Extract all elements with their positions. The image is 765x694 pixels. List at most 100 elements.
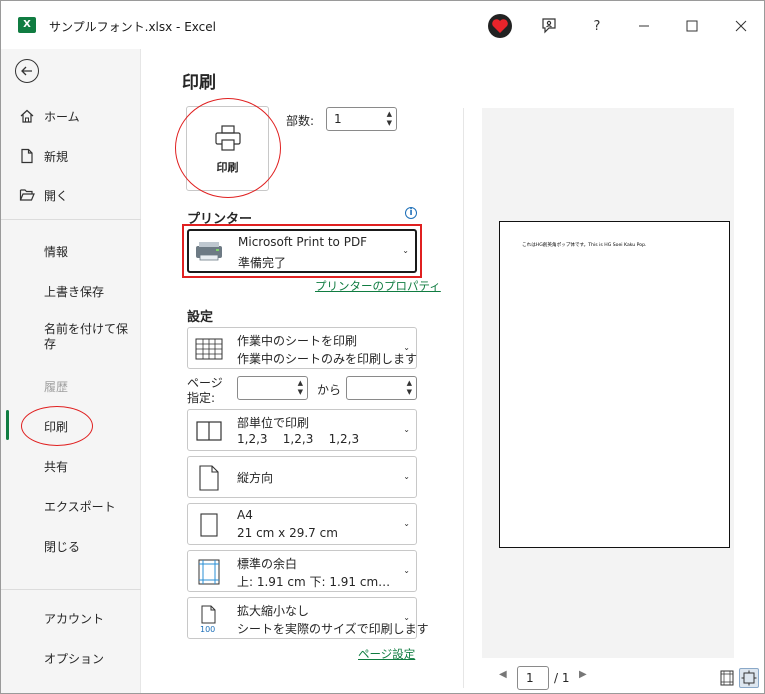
copies-label: 部数: bbox=[286, 114, 315, 128]
chevron-down-icon: ⌄ bbox=[402, 246, 409, 255]
scaling-icon-text: 100 bbox=[200, 625, 215, 633]
pages-to-input[interactable]: ▲ ▼ bbox=[346, 376, 417, 400]
preview-page: これはHG創英角ポップ体です。This is HG Soei Kaku Pop. bbox=[499, 221, 730, 548]
print-button[interactable]: 印刷 bbox=[186, 106, 269, 191]
excel-logo-icon: X bbox=[18, 17, 36, 33]
sidebar-item-new[interactable]: 新規 bbox=[1, 138, 141, 174]
sidebar-item-label: 共有 bbox=[44, 459, 69, 474]
designer-heart-icon[interactable] bbox=[485, 11, 515, 41]
panel-divider bbox=[463, 108, 464, 688]
page-setup-link[interactable]: ページ設定 bbox=[358, 646, 415, 662]
no-scaling-icon: 100 bbox=[200, 605, 216, 633]
sidebar-item-label: オプション bbox=[44, 651, 105, 666]
chevron-down-icon: ⌄ bbox=[403, 566, 410, 575]
sidebar-item-export[interactable]: エクスポート bbox=[1, 488, 141, 524]
sheet-grid-icon bbox=[195, 338, 223, 360]
copies-stepper[interactable]: 1 ▲ ▼ bbox=[326, 107, 397, 131]
stepper-arrows-icon[interactable]: ▲ ▼ bbox=[298, 379, 303, 397]
collation-dropdown[interactable]: 部単位で印刷 1,2,3 1,2,3 1,2,3 ⌄ bbox=[187, 409, 417, 451]
sidebar-item-label: 新規 bbox=[44, 149, 69, 164]
sidebar-item-close[interactable]: 閉じる bbox=[1, 528, 141, 564]
option-subtitle: シートを実際のサイズで印刷します bbox=[237, 622, 429, 636]
copies-value: 1 bbox=[334, 112, 342, 126]
option-subtitle: 作業中のシートのみを印刷します bbox=[237, 352, 418, 366]
sidebar-item-label: 履歴 bbox=[44, 379, 69, 394]
print-scope-dropdown[interactable]: 作業中のシートを印刷 作業中のシートのみを印刷します ⌄ bbox=[187, 327, 417, 369]
pages-to-label: から bbox=[317, 383, 342, 397]
option-subtitle: 1,2,3 1,2,3 1,2,3 bbox=[237, 432, 360, 446]
margins-icon bbox=[198, 559, 220, 585]
stepper-arrows-icon[interactable]: ▲ ▼ bbox=[407, 379, 412, 397]
option-title: 作業中のシートを印刷 bbox=[237, 334, 358, 348]
previous-page-icon[interactable]: ◀ bbox=[499, 669, 507, 680]
printer-section-title: プリンター bbox=[187, 212, 253, 227]
sidebar-item-label: 閉じる bbox=[44, 539, 81, 554]
printer-device-icon bbox=[196, 242, 222, 261]
info-icon[interactable]: i bbox=[405, 207, 417, 219]
scaling-dropdown[interactable]: 100 拡大縮小なし シートを実際のサイズで印刷します ⌄ bbox=[187, 597, 429, 639]
page-title: 印刷 bbox=[182, 73, 216, 93]
sidebar-item-info[interactable]: 情報 bbox=[1, 233, 141, 269]
current-page-input[interactable]: 1 bbox=[517, 666, 549, 690]
portrait-page-icon bbox=[199, 465, 219, 491]
back-button[interactable] bbox=[15, 59, 39, 83]
preview-sample-text: これはHG創英角ポップ体です。This is HG Soei Kaku Pop. bbox=[522, 243, 647, 248]
sidebar-item-print[interactable]: 印刷 bbox=[1, 408, 141, 444]
excel-window: X サンプルフォント.xlsx - Excel ? ホーム 新規 開く 情報 上… bbox=[0, 0, 765, 694]
option-subtitle: 21 cm x 29.7 cm bbox=[237, 526, 338, 540]
sidebar-item-save-as[interactable]: 名前を付けて保 存 bbox=[1, 315, 141, 359]
option-title: A4 bbox=[237, 508, 253, 522]
chevron-down-icon: ⌄ bbox=[403, 613, 410, 622]
sidebar-item-save[interactable]: 上書き保存 bbox=[1, 273, 141, 309]
maximize-button[interactable] bbox=[677, 11, 707, 41]
sidebar-item-label: 上書き保存 bbox=[44, 284, 105, 299]
chevron-down-icon: ⌄ bbox=[403, 519, 410, 528]
sidebar-item-label: エクスポート bbox=[44, 499, 116, 514]
printer-status: 準備完了 bbox=[238, 256, 287, 270]
chevron-down-icon: ⌄ bbox=[403, 472, 410, 481]
settings-section-title: 設定 bbox=[187, 310, 214, 325]
sidebar-divider bbox=[1, 589, 141, 590]
sidebar-item-home[interactable]: ホーム bbox=[1, 98, 141, 134]
chevron-down-icon: ⌄ bbox=[403, 343, 410, 352]
print-button-label: 印刷 bbox=[216, 160, 239, 174]
next-page-icon[interactable]: ▶ bbox=[579, 669, 587, 680]
sidebar-item-label: ホーム bbox=[44, 109, 80, 124]
show-margins-button[interactable] bbox=[717, 668, 737, 688]
help-button[interactable]: ? bbox=[582, 11, 612, 41]
sidebar-item-label: 印刷 bbox=[44, 419, 69, 434]
option-title: 標準の余白 bbox=[237, 557, 298, 571]
stepper-arrows-icon[interactable]: ▲ ▼ bbox=[387, 110, 392, 128]
close-button[interactable] bbox=[726, 11, 756, 41]
minimize-button[interactable] bbox=[629, 11, 659, 41]
window-title: サンプルフォント.xlsx - Excel bbox=[49, 20, 216, 34]
option-title: 部単位で印刷 bbox=[237, 416, 310, 430]
sidebar-divider bbox=[1, 219, 141, 220]
printer-properties-link[interactable]: プリンターのプロパティ bbox=[315, 278, 441, 294]
collated-icon bbox=[196, 421, 222, 441]
feedback-icon[interactable] bbox=[534, 11, 564, 41]
paper-size-dropdown[interactable]: A4 21 cm x 29.7 cm ⌄ bbox=[187, 503, 417, 545]
show-margins-icon bbox=[720, 670, 734, 686]
printer-dropdown[interactable]: Microsoft Print to PDF 準備完了 ⌄ bbox=[187, 229, 417, 273]
new-document-icon bbox=[21, 148, 33, 164]
zoom-to-page-icon bbox=[741, 670, 757, 686]
sidebar-item-label: 存 bbox=[44, 337, 57, 351]
page-total: / 1 bbox=[554, 671, 570, 685]
sidebar-item-account[interactable]: アカウント bbox=[1, 600, 141, 636]
pages-label-line1: ページ bbox=[187, 376, 223, 390]
zoom-to-page-button[interactable] bbox=[739, 668, 759, 688]
sidebar-item-options[interactable]: オプション bbox=[1, 640, 141, 676]
option-subtitle: 上: 1.91 cm 下: 1.91 cm… bbox=[237, 575, 391, 589]
orientation-dropdown[interactable]: 縦方向 ⌄ bbox=[187, 456, 417, 498]
option-title: 縦方向 bbox=[237, 471, 274, 485]
sidebar-item-share[interactable]: 共有 bbox=[1, 448, 141, 484]
chevron-down-icon: ⌄ bbox=[403, 425, 410, 434]
home-icon bbox=[20, 109, 34, 123]
margins-dropdown[interactable]: 標準の余白 上: 1.91 cm 下: 1.91 cm… ⌄ bbox=[187, 550, 417, 592]
title-bar: X サンプルフォント.xlsx - Excel ? bbox=[1, 1, 764, 49]
printer-name: Microsoft Print to PDF bbox=[238, 235, 368, 249]
pages-from-input[interactable]: ▲ ▼ bbox=[237, 376, 308, 400]
pages-label: ページ 指定: bbox=[187, 376, 223, 406]
sidebar-item-open[interactable]: 開く bbox=[1, 177, 141, 213]
